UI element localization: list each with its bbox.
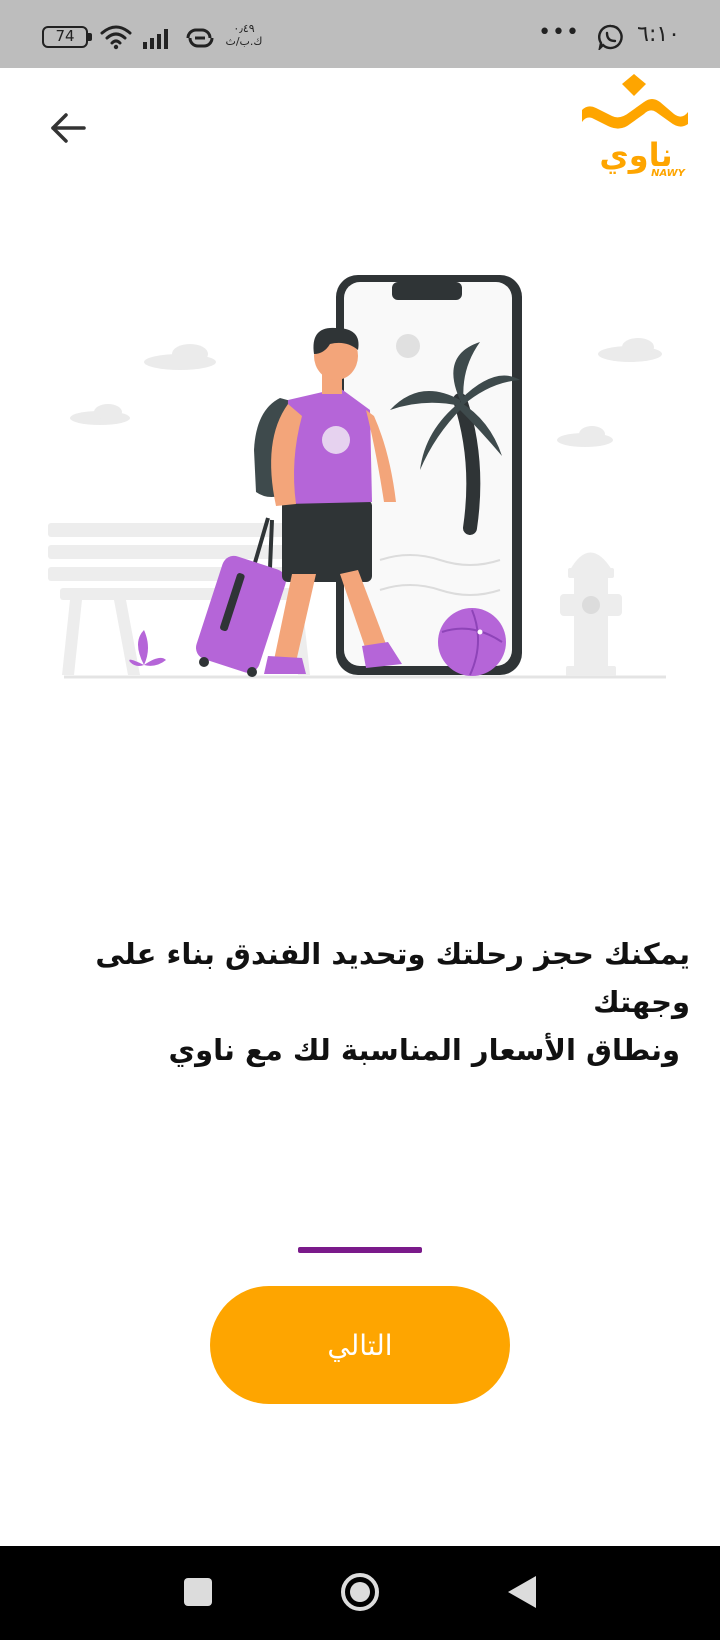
link-icon <box>186 28 214 48</box>
svg-text:NAWY: NAWY <box>651 168 687 178</box>
recents-button[interactable] <box>184 1578 212 1606</box>
beach-ball <box>438 608 506 676</box>
description-line-2: ونطاق الأسعار المناسبة لك مع ناوي <box>168 1033 680 1067</box>
next-button-label: التالي <box>327 1328 393 1362</box>
fire-hydrant <box>560 552 622 676</box>
onboarding-progress-indicator <box>298 1247 422 1253</box>
home-button[interactable] <box>340 1572 380 1612</box>
status-bar: 74 ٠٫٤٩ ك.ب/ث ••• ٦:١٠ <box>0 0 720 68</box>
signal-icon <box>143 29 168 49</box>
clock: ٦:١٠ <box>637 22 680 47</box>
onboarding-description: يمكنك حجز رحلتك وتحديد الفندق بناء على و… <box>30 930 690 1074</box>
next-button[interactable]: التالي <box>210 1286 510 1404</box>
battery-level: 74 <box>55 27 75 45</box>
traveler-illustration <box>48 275 666 679</box>
nawy-logo: ناوي NAWY <box>582 74 688 178</box>
whatsapp-icon <box>598 24 623 50</box>
more-notifications-icon: ••• <box>538 20 580 45</box>
arrow-left-icon <box>51 113 86 143</box>
network-speed: ٠٫٤٩ ك.ب/ث <box>224 22 264 48</box>
back-button[interactable] <box>44 104 92 152</box>
nav-back-button[interactable] <box>506 1574 540 1610</box>
system-navigation-bar <box>0 1546 720 1640</box>
network-speed-value: ٠٫٤٩ <box>233 22 255 35</box>
battery-tip <box>88 33 92 41</box>
network-speed-unit: ك.ب/ث <box>225 35 263 48</box>
description-line-1: يمكنك حجز رحلتك وتحديد الفندق بناء على و… <box>95 937 690 1019</box>
battery-icon: 74 <box>42 26 88 48</box>
wifi-icon <box>100 25 132 50</box>
